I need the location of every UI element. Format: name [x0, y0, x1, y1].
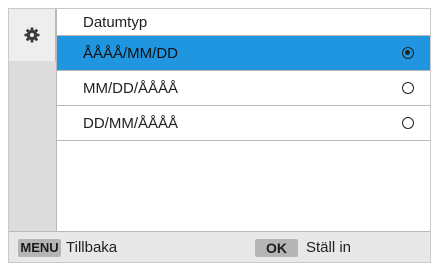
- option-label: MM/DD/ÅÅÅÅ: [83, 80, 179, 97]
- sidebar-tab-settings[interactable]: [9, 9, 56, 61]
- settings-panel: Datumtyp ÅÅÅÅ/MM/DD MM/DD/ÅÅÅÅ DD/MM/ÅÅÅ…: [56, 9, 430, 231]
- radio-empty-icon: [402, 117, 414, 129]
- set-label: Ställ in: [306, 239, 352, 256]
- option-label: DD/MM/ÅÅÅÅ: [83, 115, 179, 132]
- option-mm-dd-yyyy[interactable]: MM/DD/ÅÅÅÅ: [57, 71, 430, 106]
- ok-button[interactable]: OK: [255, 239, 298, 257]
- footer-bar: MENU Tillbaka OK Ställ in: [9, 231, 430, 262]
- radio-empty-icon: [402, 82, 414, 94]
- gear-icon: [24, 27, 40, 43]
- option-yyyy-mm-dd[interactable]: ÅÅÅÅ/MM/DD: [57, 36, 430, 71]
- option-dd-mm-yyyy[interactable]: DD/MM/ÅÅÅÅ: [57, 106, 430, 141]
- panel-title: Datumtyp: [57, 9, 430, 36]
- menu-button[interactable]: MENU: [18, 239, 61, 257]
- back-label: Tillbaka: [66, 239, 118, 256]
- camera-settings-screen: Datumtyp ÅÅÅÅ/MM/DD MM/DD/ÅÅÅÅ DD/MM/ÅÅÅ…: [8, 8, 431, 263]
- sidebar: [9, 9, 56, 231]
- radio-selected-icon: [402, 47, 414, 59]
- option-label: ÅÅÅÅ/MM/DD: [83, 45, 179, 62]
